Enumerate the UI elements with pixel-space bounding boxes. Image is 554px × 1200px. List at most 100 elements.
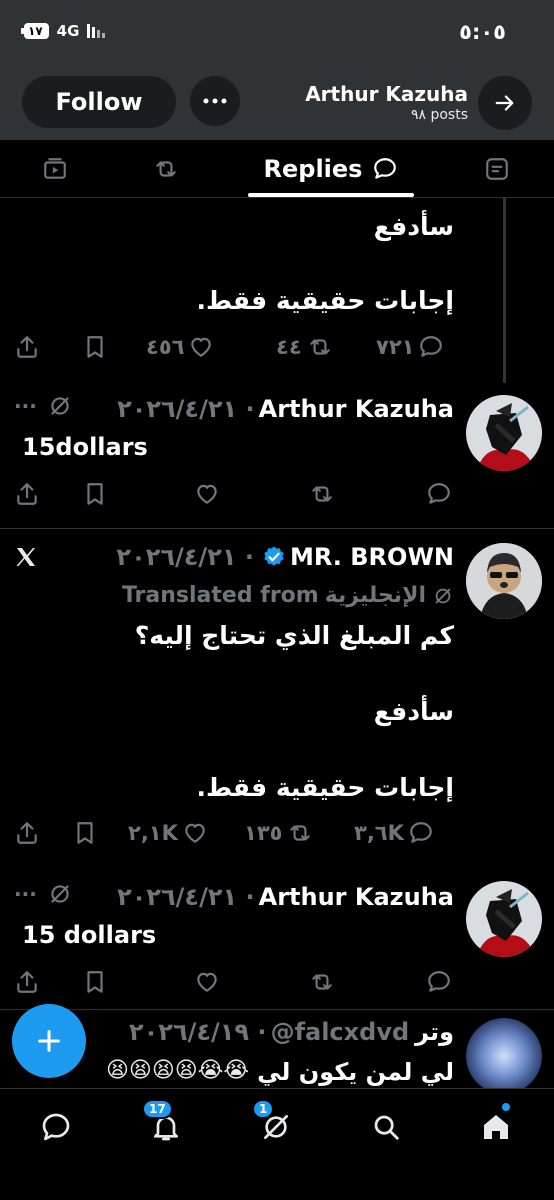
author-name[interactable]: Arthur Kazuha [259,883,454,911]
bottom-navigation: 17 1 [0,1088,554,1200]
battery-indicator: ١٧ [21,23,49,39]
bookmark-button[interactable] [72,820,98,846]
author-handle[interactable]: @falcxdvd [271,1018,410,1046]
nav-grok[interactable]: 1 [252,1099,296,1147]
share-icon [17,483,37,505]
repost-icon [309,339,330,355]
avatar[interactable] [466,395,542,471]
status-bar: ١٧ 4G ٥:٠٥ [0,0,554,64]
like-button[interactable] [194,969,220,995]
tweet-actions: ٢,١K ١٣٥ ٣,٦K [14,820,454,850]
tweet-actions: ٤٥٦ ٤٤ ٧٢١ [14,334,454,364]
more-options-button[interactable] [190,76,240,126]
tweet-body: 15 dollars [22,921,157,949]
author-name[interactable]: وتر [415,1018,454,1046]
translated-prefix: Translated from [121,583,319,608]
reply-button[interactable]: ٧٢١ [376,334,444,360]
status-indicators: ١٧ 4G [21,22,106,40]
tweet-body: 15dollars [22,433,148,461]
network-label: 4G [56,22,80,40]
back-button[interactable] [478,76,532,130]
tweet-4[interactable]: ٢٠٢٦/٤/٢١ · Arthur Kazuha ··· 15 dollars [0,869,554,1009]
repost-button[interactable] [308,481,336,507]
tweet-tools: ··· [14,393,73,419]
tweet-date: ٢٠٢٦/٤/٢١ · [117,883,255,911]
heart-icon [191,337,212,357]
tweet-2[interactable]: ٢٠٢٦/٤/٢١ · Arthur Kazuha ··· 15dollars [0,383,554,528]
thread-line [503,198,506,383]
reply-button[interactable] [426,969,452,995]
bookmark-icon [87,336,103,358]
home-icon [484,1115,508,1139]
avatar[interactable] [466,543,542,619]
nav-home[interactable] [476,1103,516,1147]
bookmark-button[interactable] [82,969,108,995]
verified-badge-icon [264,546,284,566]
follow-button[interactable]: Follow [22,76,176,128]
share-icon [17,336,37,358]
reply-button[interactable]: ٣,٦K [354,820,434,846]
share-button[interactable] [14,481,40,507]
grok-icon [435,588,451,603]
grok-icon[interactable] [47,393,73,419]
author-name[interactable]: MR. BROWN [290,543,454,571]
share-button[interactable] [14,820,40,846]
avatar[interactable] [466,881,542,957]
grok-icon[interactable] [47,881,73,907]
tweet-body-text: لي لمن يكون لي [257,1058,454,1086]
avatar[interactable] [466,1018,542,1088]
tab-replies[interactable]: Replies [250,140,412,198]
repost-icon [290,825,311,841]
reply-count: ٣,٦K [354,821,404,845]
repost-button[interactable]: ٤٤ [276,334,334,360]
reply-icon [428,483,450,504]
tweet-1[interactable]: سأدفع إجابات حقيقية فقط. ٤٥٦ ٤٤ ٧٢١ [0,198,554,383]
reply-icon [428,971,450,992]
repost-button[interactable] [308,969,336,995]
tweet-actions [14,481,454,511]
tweet-body-line: سأدفع [373,212,454,241]
reply-button[interactable] [426,481,452,507]
tweet-body: لي لمن يكون لي 😭😭😫😫😫😫 [106,1058,454,1086]
tab-reposts[interactable] [152,156,178,182]
author-name[interactable]: Arthur Kazuha [259,395,454,423]
translated-language: الإنجليزية [324,583,426,608]
bookmark-button[interactable] [82,334,108,360]
share-button[interactable] [14,969,40,995]
compose-button[interactable] [12,1004,86,1078]
nav-messages[interactable] [36,1107,76,1147]
plus-icon [38,1030,60,1052]
x-logo-icon[interactable] [14,545,38,573]
share-icon [17,822,37,844]
bookmark-button[interactable] [82,481,108,507]
repost-icon [312,974,332,990]
chat-bubble-icon [42,1113,70,1141]
tweet-body-line: كم المبلغ الذي تحتاج إليه؟ [134,621,454,650]
reply-icon [410,822,432,843]
tweet-actions [14,969,454,999]
share-icon [17,971,37,993]
tweet-emojis: 😭😭😫😫😫😫 [105,1058,250,1083]
bookmark-icon [77,822,93,844]
ellipsis-icon [203,98,227,104]
heart-icon [185,823,205,843]
repost-button[interactable]: ١٣٥ [244,820,314,846]
nav-search[interactable] [366,1107,406,1147]
active-tab-indicator [248,193,414,197]
like-button[interactable]: ٢,١K [128,820,208,846]
share-button[interactable] [14,334,40,360]
bookmark-icon [87,971,103,993]
more-options-button[interactable]: ··· [14,394,37,418]
more-options-button[interactable]: ··· [14,882,37,906]
like-button[interactable]: ٤٥٦ [146,334,214,360]
tweet-meta: ٢٠٢٦/٤/١٩ · @falcxdvd وتر [129,1014,454,1050]
tab-articles[interactable] [484,156,510,182]
like-button[interactable] [194,481,220,507]
tweet-3[interactable]: ٢٠٢٦/٤/٢١ · MR. BROWN Translated from ال… [0,529,554,869]
tab-media[interactable] [42,156,68,182]
tab-replies-label: Replies [263,155,363,183]
nav-notifications[interactable]: 17 [142,1099,186,1147]
translation-notice[interactable]: Translated from الإنجليزية [122,583,454,608]
grok-badge: 1 [252,1099,275,1119]
tweet-meta: ٢٠٢٦/٤/٢١ · Arthur Kazuha [117,391,454,427]
